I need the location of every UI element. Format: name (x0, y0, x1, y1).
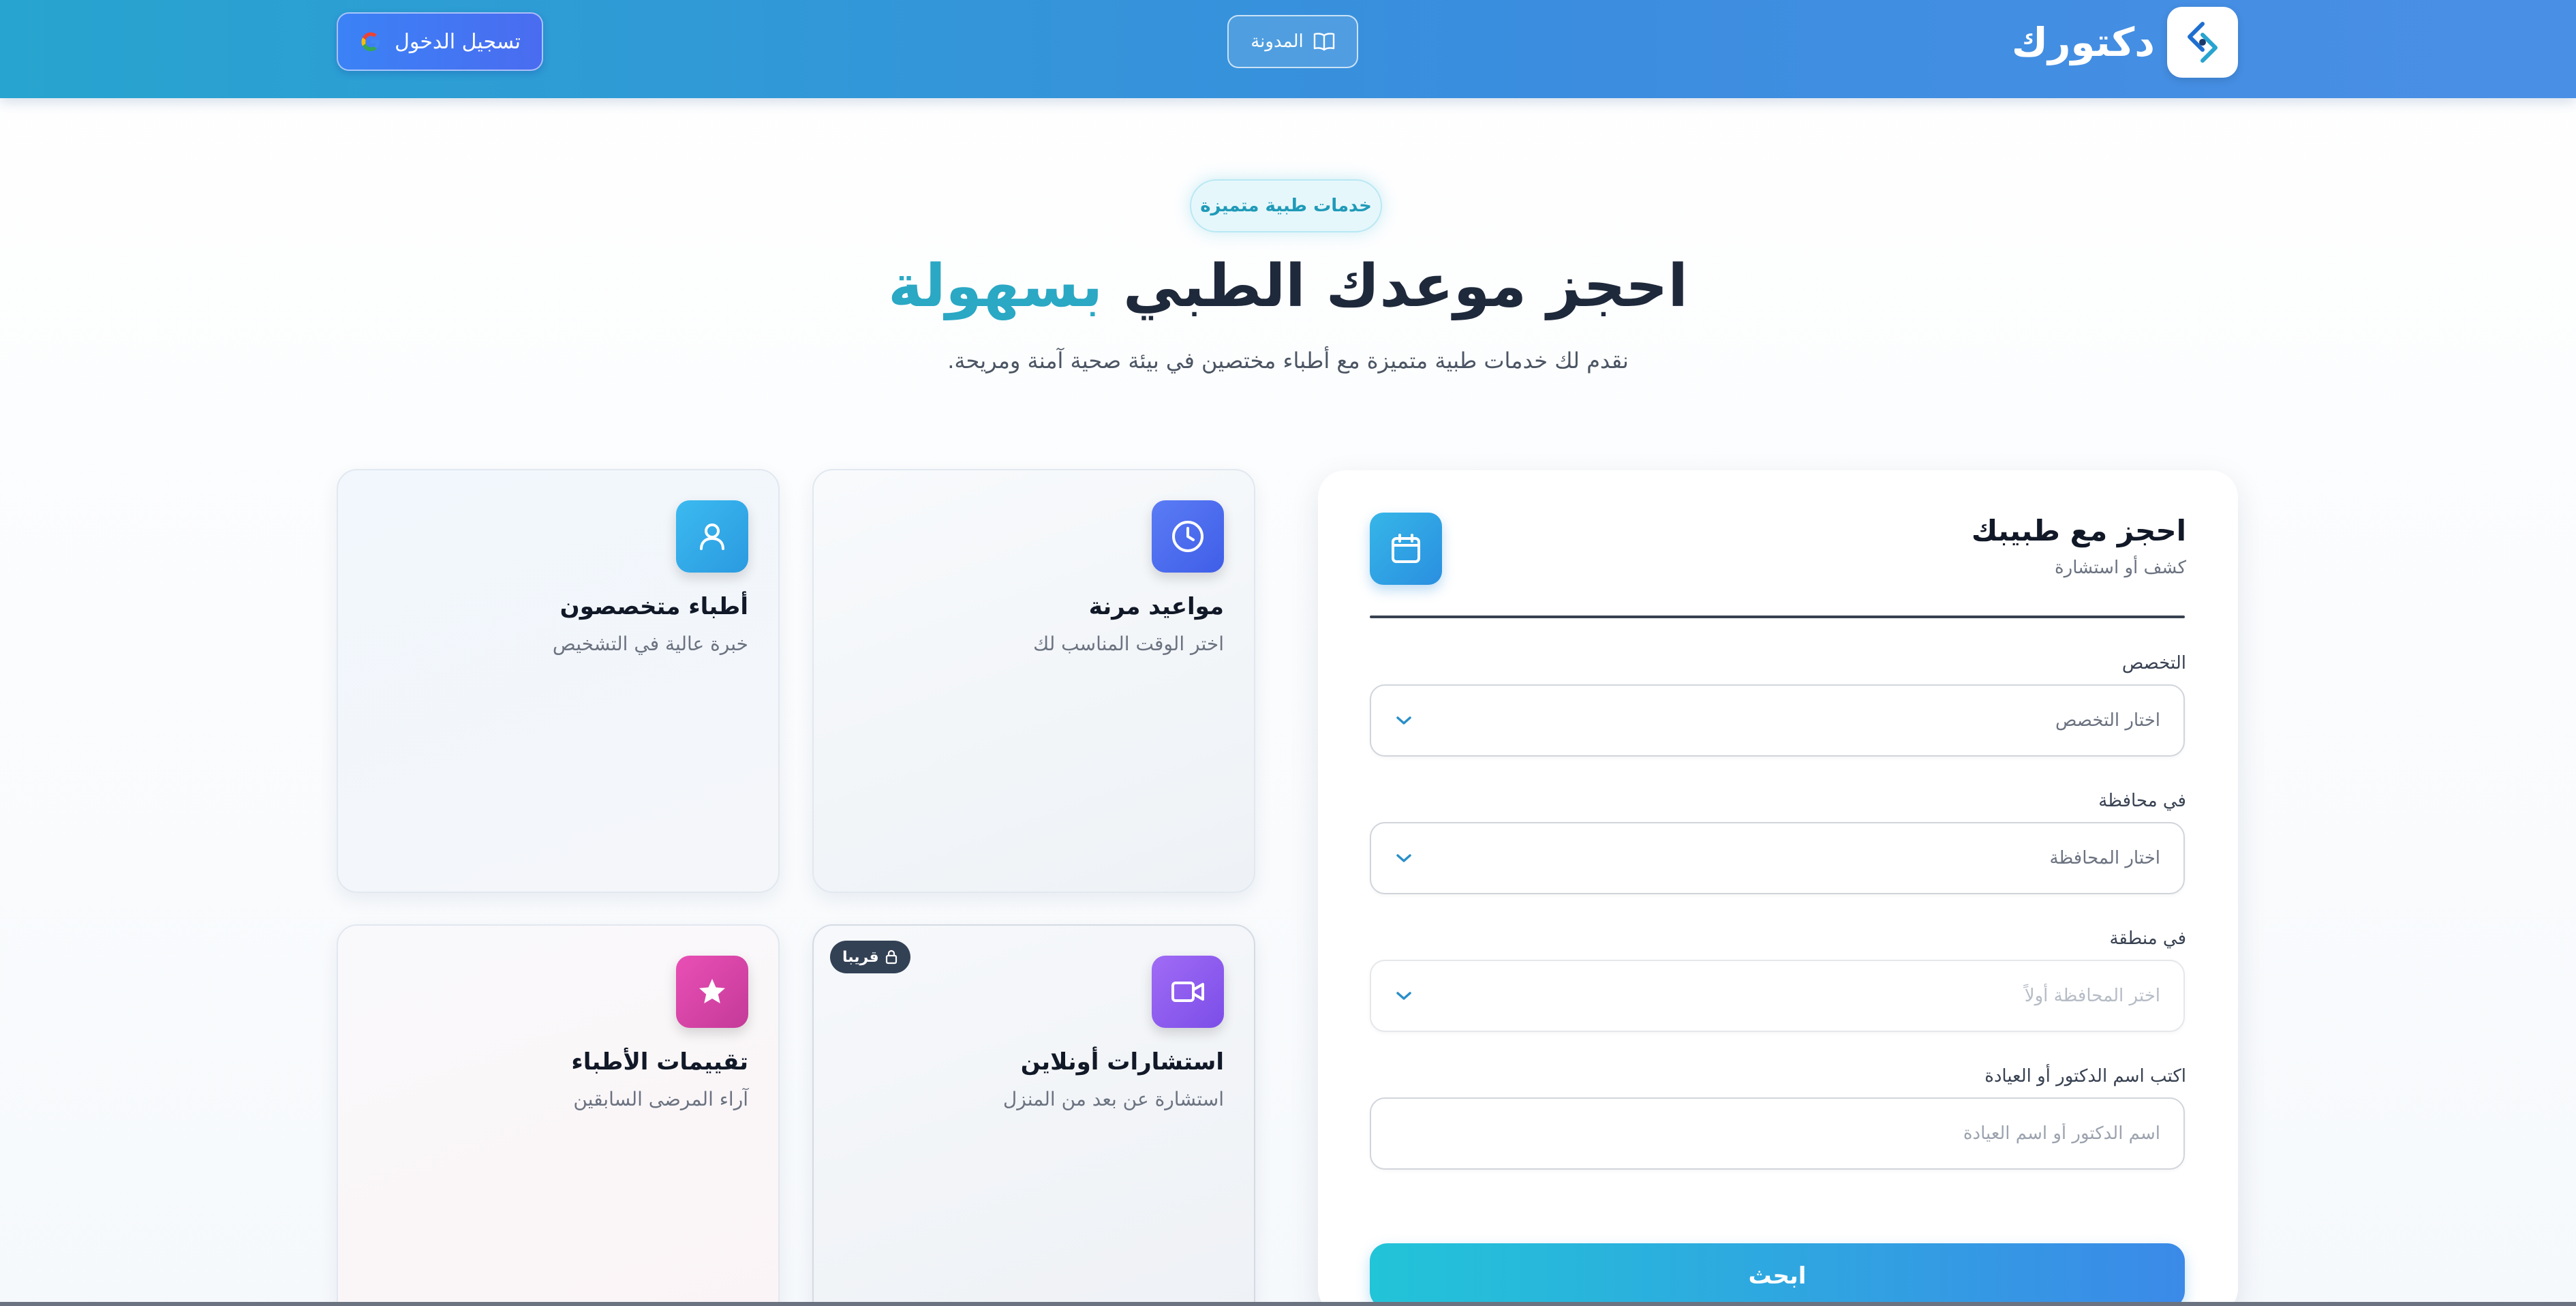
area-value: اختر المحافظة أولاً (2024, 986, 2160, 1006)
login-button[interactable]: تسجيل الدخول (337, 12, 543, 71)
coming-soon-badge: قريبا (830, 941, 910, 973)
feature-card-online-consultations[interactable]: قريبا استشارات أونلاين استشارة عن بعد من… (812, 924, 1255, 1306)
video-icon (1152, 956, 1224, 1028)
feature-card-specialist-doctors[interactable]: أطباء متخصصون خبرة عالية في التشخيص (337, 469, 780, 893)
doctor-name-field[interactable] (1370, 1097, 2185, 1170)
hero-title-accent: بسهولة (888, 252, 1103, 320)
feature-desc: خبرة عالية في التشخيص (552, 633, 748, 655)
feature-desc: اختر الوقت المناسب لك (1033, 633, 1224, 655)
coming-soon-label: قريبا (842, 948, 879, 966)
area-select[interactable]: اختر المحافظة أولاً (1370, 960, 2185, 1032)
user-icon (676, 500, 748, 573)
booking-subtitle: كشف أو استشارة (2055, 558, 2186, 578)
blog-button[interactable]: المدونة (1227, 15, 1358, 68)
star-icon (676, 956, 748, 1028)
specialty-value: اختار التخصص (2055, 710, 2160, 731)
book-open-icon (1313, 33, 1334, 51)
feature-card-flexible-appointments[interactable]: مواعيد مرنة اختر الوقت المناسب لك (812, 469, 1255, 893)
form-divider (1370, 616, 2185, 618)
lock-icon (885, 950, 897, 965)
chevron-down-icon (1396, 854, 1411, 862)
specialty-label: التخصص (2121, 653, 2186, 673)
calendar-icon (1370, 513, 1442, 585)
login-label: تسجيل الدخول (395, 29, 521, 54)
chevron-down-icon (1396, 992, 1411, 1000)
hero-subtitle: نقدم لك خدمات طبية متميزة مع أطباء مختصي… (947, 348, 1629, 374)
blog-label: المدونة (1251, 31, 1304, 52)
hero-title-main: احجز موعدك الطبي (1103, 252, 1688, 320)
doctor-name-label: اكتب اسم الدكتور أو العيادة (1984, 1066, 2186, 1087)
feature-title: مواعيد مرنة (1088, 593, 1224, 620)
brand[interactable]: دكتورك (2012, 7, 2238, 78)
governorate-label: في محافظة (2098, 791, 2186, 811)
feature-desc: استشارة عن بعد من المنزل (1002, 1088, 1224, 1110)
booking-form: احجز مع طبيبك كشف أو استشارة التخصص اختا… (1318, 470, 2238, 1306)
viewport-bottom-edge (0, 1302, 2576, 1306)
feature-title: استشارات أونلاين (1020, 1048, 1224, 1076)
hero-badge: خدمات طبية متميزة (1190, 179, 1382, 232)
chevron-down-icon (1396, 716, 1411, 725)
governorate-value: اختار المحافظة (2049, 848, 2160, 868)
clock-icon (1152, 500, 1224, 573)
feature-card-doctor-ratings[interactable]: تقييمات الأطباء آراء المرضى السابقين (337, 924, 780, 1306)
governorate-select[interactable]: اختار المحافظة (1370, 822, 2185, 894)
feature-title: تقييمات الأطباء (571, 1048, 748, 1076)
doctor-name-input[interactable] (1394, 1123, 2160, 1144)
hero-title: احجز موعدك الطبي بسهولة (743, 252, 1833, 320)
feature-desc: آراء المرضى السابقين (573, 1088, 748, 1110)
specialty-select[interactable]: اختار التخصص (1370, 684, 2185, 757)
brand-name: دكتورك (2011, 19, 2155, 65)
booking-title: احجز مع طبيبك (1971, 514, 2186, 547)
brand-logo-icon (2167, 7, 2238, 78)
feature-title: أطباء متخصصون (559, 593, 748, 620)
area-label: في منطقة (2109, 928, 2186, 949)
top-navbar: دكتورك المدونة تسجيل الدخول (0, 0, 2576, 98)
search-button[interactable]: ابحث (1370, 1243, 2185, 1306)
google-icon (361, 32, 380, 51)
